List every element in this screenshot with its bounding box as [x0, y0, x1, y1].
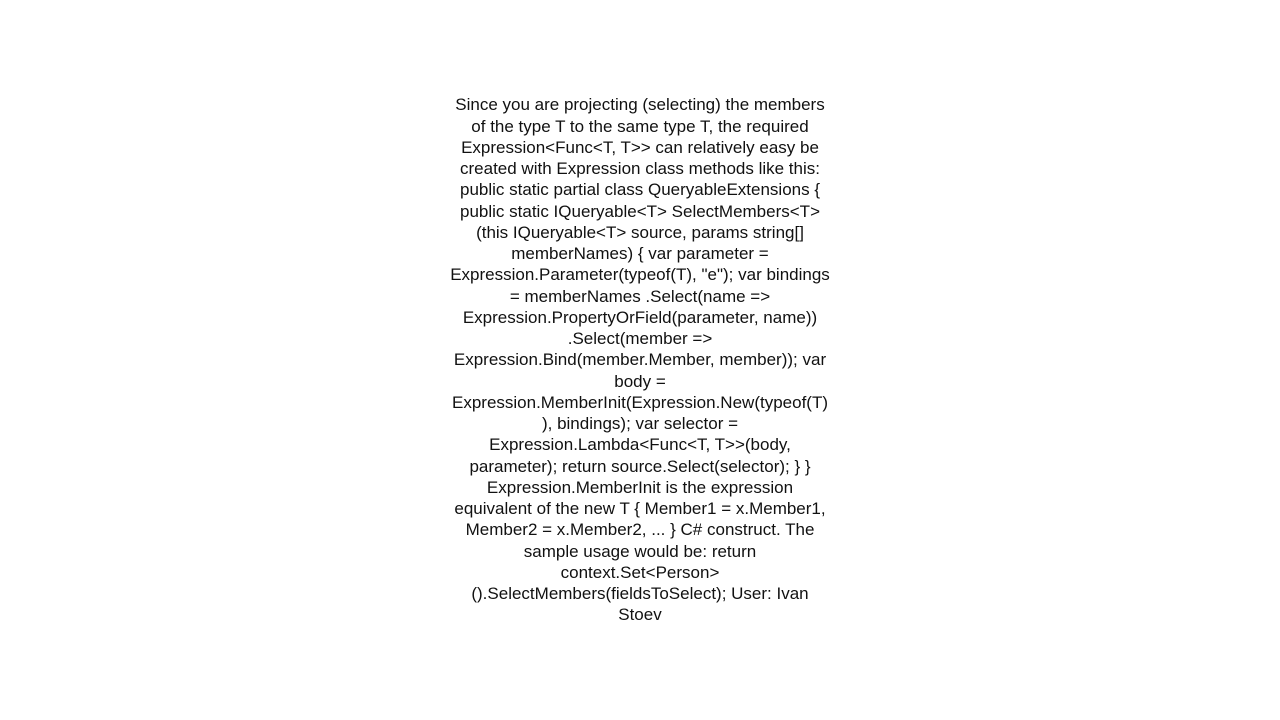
answer-text-block: Since you are projecting (selecting) the…: [450, 94, 830, 625]
